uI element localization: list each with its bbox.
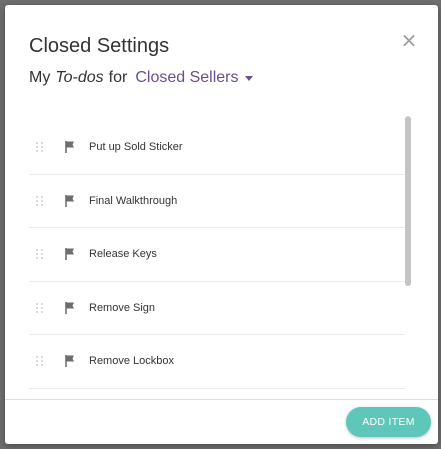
list-item[interactable]: Remove Lockbox xyxy=(29,335,405,389)
modal-title: Closed Settings xyxy=(29,35,170,57)
todo-label: Release Keys xyxy=(89,248,157,261)
footer-divider xyxy=(5,399,438,400)
drag-handle-icon[interactable] xyxy=(36,142,46,153)
list-type-dropdown-value: Closed Sellers xyxy=(135,69,239,86)
list-type-dropdown[interactable]: Closed Sellers xyxy=(135,69,254,87)
todo-label: Put up Sold Sticker xyxy=(89,141,183,154)
subtitle-connector: for xyxy=(108,69,128,86)
drag-handle-icon[interactable] xyxy=(36,195,46,206)
flag-icon xyxy=(65,301,74,314)
close-icon[interactable]: × xyxy=(400,30,418,50)
add-item-button[interactable]: ADD ITEM xyxy=(346,407,431,437)
todo-list: Put up Sold Sticker Final Walkthrough Re… xyxy=(29,121,405,389)
drag-handle-icon[interactable] xyxy=(36,302,46,313)
flag-icon xyxy=(65,248,74,261)
todo-label: Remove Lockbox xyxy=(89,355,174,368)
drag-handle-icon[interactable] xyxy=(36,249,46,260)
list-item[interactable]: Remove Sign xyxy=(29,282,405,335)
closed-settings-modal: × Closed Settings My To-dos for Closed S… xyxy=(5,5,438,444)
list-item[interactable]: Put up Sold Sticker xyxy=(29,121,405,175)
list-item[interactable]: Release Keys xyxy=(29,228,405,282)
flag-icon xyxy=(65,355,74,368)
list-item[interactable]: Final Walkthrough xyxy=(29,175,405,228)
subtitle-emphasis: To-dos xyxy=(55,69,104,86)
todo-label: Final Walkthrough xyxy=(89,194,178,207)
list-scrollbar[interactable] xyxy=(405,116,411,286)
drag-handle-icon[interactable] xyxy=(36,356,46,367)
todo-label: Remove Sign xyxy=(89,301,156,314)
subtitle-prefix: My xyxy=(29,69,51,86)
todo-list-selector: My To-dos for Closed Sellers xyxy=(29,69,254,87)
chevron-down-icon xyxy=(245,75,254,81)
flag-icon xyxy=(65,194,74,207)
flag-icon xyxy=(65,141,74,154)
